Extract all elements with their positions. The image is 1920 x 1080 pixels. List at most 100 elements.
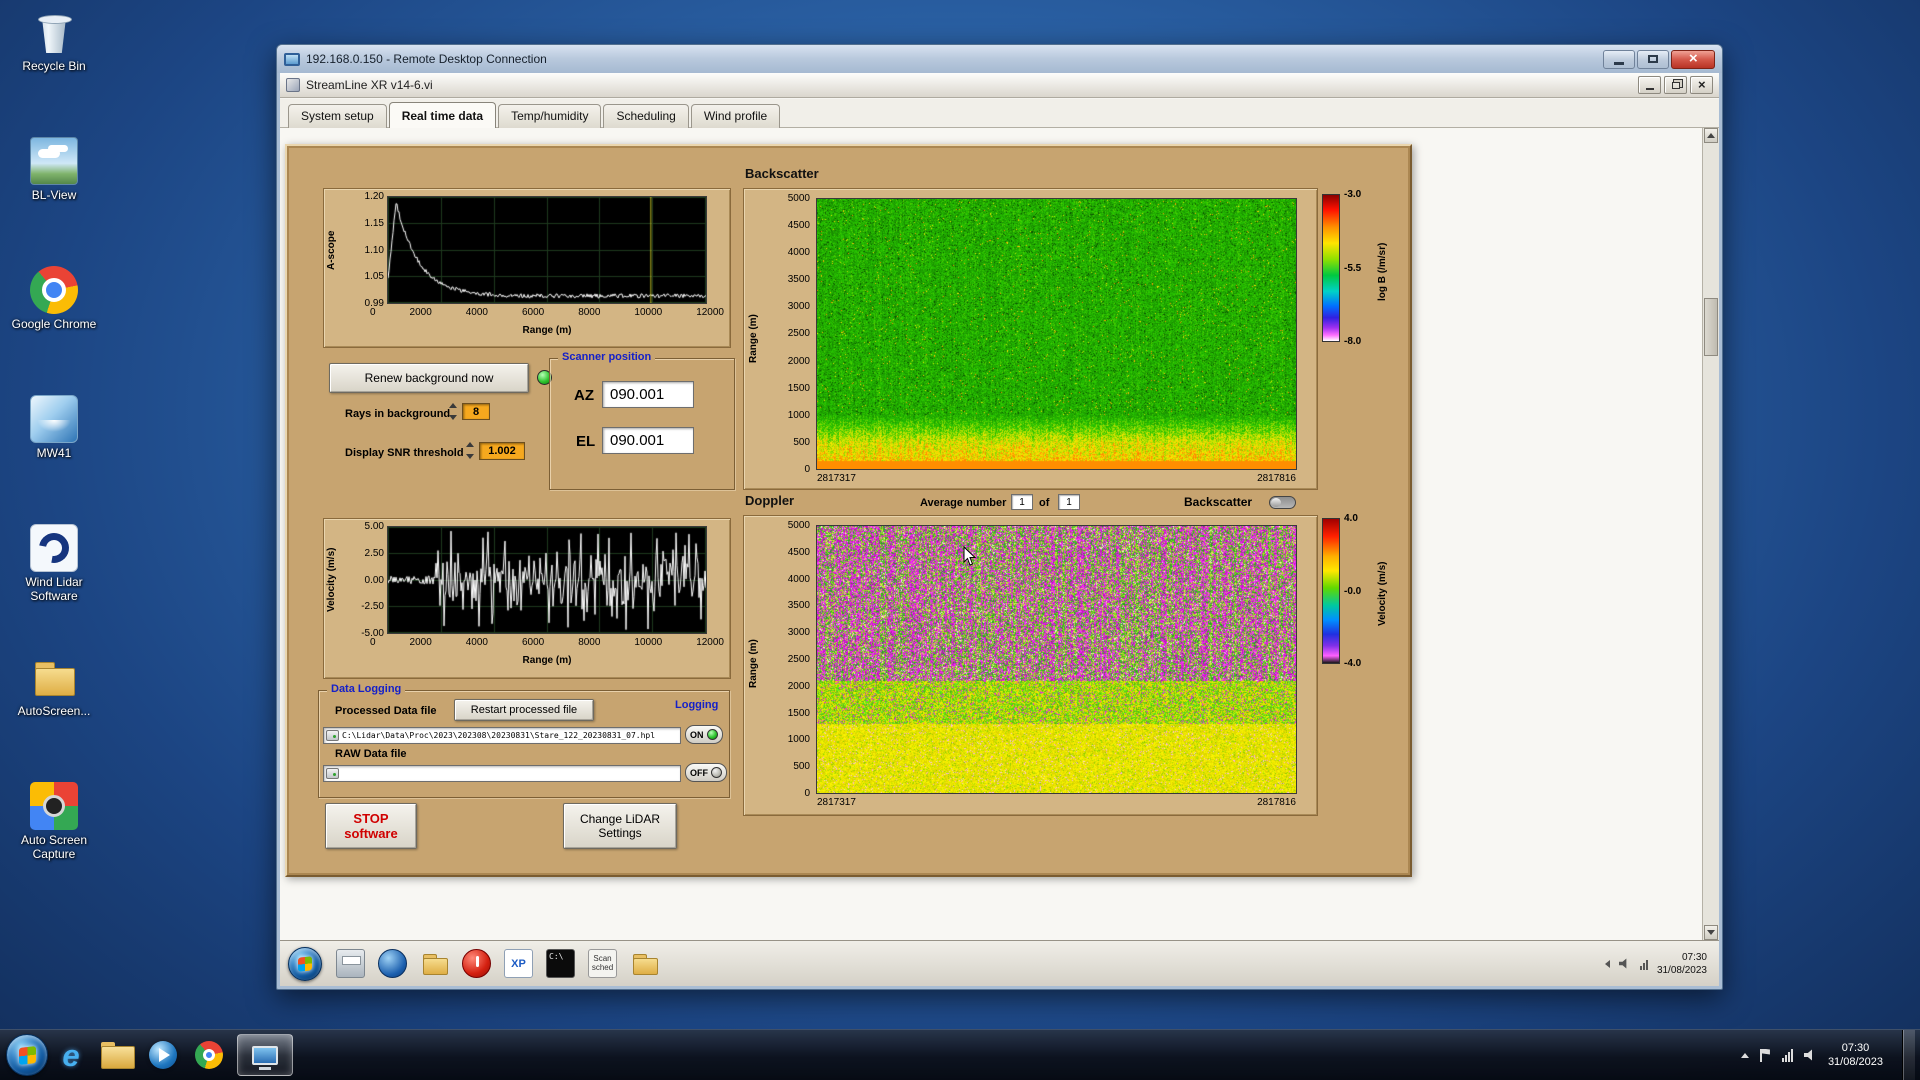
raw-data-file-field[interactable] — [323, 765, 681, 782]
scroll-down-arrow-icon[interactable] — [1704, 925, 1718, 940]
mw41-icon — [30, 395, 78, 443]
backscatter-plot[interactable] — [816, 198, 1297, 470]
rdp-taskbar-button[interactable] — [237, 1034, 293, 1076]
az-label: AZ — [574, 387, 594, 404]
tab-wind-profile[interactable]: Wind profile — [690, 104, 781, 128]
stop-software-label-line2: software — [344, 826, 398, 841]
tab-temp-humidity[interactable]: Temp/humidity — [498, 104, 602, 128]
app-blue-icon[interactable] — [378, 949, 407, 978]
average-number-field[interactable]: 1 — [1011, 494, 1033, 510]
scroll-up-arrow-icon[interactable] — [1704, 128, 1718, 143]
xp-app-icon[interactable]: XP — [504, 949, 533, 978]
remote-clock[interactable]: 07:30 31/08/2023 — [1657, 951, 1707, 977]
backscatter-ytick: 2500 — [787, 328, 810, 340]
desktop-icon-mw41[interactable]: MW41 — [8, 395, 100, 517]
velocity-xlabel: Range (m) — [522, 655, 572, 666]
desktop-icon-recycle-bin[interactable]: Recycle Bin — [8, 8, 100, 130]
desktop-icon-label: Wind Lidar Software — [25, 575, 83, 603]
start-button[interactable] — [6, 1034, 48, 1076]
change-lidar-settings-button[interactable]: Change LiDAR Settings — [563, 803, 677, 849]
change-settings-label-line2: Settings — [598, 826, 642, 840]
backscatter-toggle[interactable] — [1269, 496, 1296, 509]
tab-real-time-data[interactable]: Real time data — [388, 102, 497, 128]
rdp-minimize-button[interactable] — [1603, 49, 1635, 69]
raw-data-file-label: RAW Data file — [335, 748, 407, 760]
tab-system-setup[interactable]: System setup — [288, 104, 387, 128]
app-close-button[interactable] — [1690, 76, 1713, 94]
velocity-xtick: 0 — [370, 637, 376, 648]
remote-volume-icon[interactable] — [1618, 958, 1627, 969]
host-clock[interactable]: 07:30 31/08/2023 — [1828, 1041, 1883, 1070]
desktop-icon-wind-lidar-software[interactable]: Wind Lidar Software — [8, 524, 100, 646]
volume-icon[interactable] — [1803, 1049, 1812, 1061]
doppler-colorbar-gradient — [1322, 518, 1340, 664]
rdp-maximize-button[interactable] — [1637, 49, 1669, 69]
remote-start-button[interactable] — [288, 946, 322, 981]
folder2-icon[interactable] — [630, 949, 659, 978]
host-taskbar: e 07:30 31/08/2023 — [0, 1029, 1920, 1080]
az-value-field[interactable]: 090.001 — [602, 381, 694, 408]
rays-in-background-label: Rays in background — [345, 408, 451, 420]
doppler-colorbar: 4.0 -0.0 -4.0 — [1322, 513, 1361, 669]
rays-spinner[interactable] — [448, 403, 457, 420]
processed-data-file-field[interactable]: C:\Lidar\Data\Proc\2023\202308\20230831\… — [323, 727, 681, 744]
restart-processed-file-label: Restart processed file — [470, 704, 578, 716]
printer-icon[interactable] — [336, 949, 365, 978]
doppler-plot[interactable] — [816, 525, 1297, 794]
tray-chevron-icon[interactable] — [1740, 1052, 1749, 1058]
processed-data-file-label: Processed Data file — [335, 705, 437, 717]
snr-value-field[interactable]: 1.002 — [479, 442, 525, 460]
remote-network-icon[interactable] — [1639, 958, 1648, 970]
change-settings-label-line1: Change LiDAR — [579, 812, 661, 826]
rdp-titlebar[interactable]: 192.168.0.150 - Remote Desktop Connectio… — [277, 45, 1722, 73]
media-player-button[interactable] — [145, 1034, 181, 1076]
app-minimize-button[interactable] — [1638, 76, 1661, 94]
tab-strip: System setup Real time data Temp/humidity S… — [280, 99, 1719, 128]
google-chrome-icon — [30, 266, 78, 314]
internet-explorer-button[interactable]: e — [53, 1034, 89, 1076]
app-restore-button[interactable] — [1664, 76, 1687, 94]
backscatter-xtick: 2817816 — [1257, 473, 1296, 484]
a-scope-plot[interactable] — [387, 196, 707, 304]
scan-sched-icon[interactable]: Scan sched — [588, 949, 617, 978]
logging-on-toggle[interactable]: ON — [685, 725, 723, 744]
folder-gold-icon[interactable] — [420, 949, 449, 978]
chrome-button[interactable] — [191, 1034, 227, 1076]
stop-software-button[interactable]: STOP software — [325, 803, 417, 849]
logging-off-toggle[interactable]: OFF — [685, 763, 727, 782]
vertical-scrollbar[interactable] — [1702, 128, 1719, 940]
rdp-close-button[interactable] — [1671, 49, 1715, 69]
restart-processed-file-button[interactable]: Restart processed file — [454, 699, 594, 721]
scrollbar-thumb[interactable] — [1704, 298, 1718, 356]
average-total-field[interactable]: 1 — [1058, 494, 1080, 510]
file-explorer-button[interactable] — [99, 1034, 135, 1076]
average-of-label: of — [1039, 497, 1050, 509]
desktop-icon-auto-screen-capture[interactable]: Auto Screen Capture — [8, 782, 100, 904]
show-desktop-button[interactable] — [1902, 1029, 1915, 1080]
network-icon[interactable] — [1781, 1048, 1793, 1062]
backscatter-colorbar-tick: -8.0 — [1344, 336, 1362, 347]
desktop-icon-google-chrome[interactable]: Google Chrome — [8, 266, 100, 388]
app-titlebar[interactable]: StreamLine XR v14-6.vi — [280, 73, 1719, 98]
backscatter-ytick: 1500 — [787, 382, 810, 394]
desktop-icon-bl-view[interactable]: BL-View — [8, 137, 100, 259]
desktop-icon-label: BL-View — [31, 188, 77, 202]
tab-scheduling[interactable]: Scheduling — [603, 104, 689, 128]
backscatter-ytick: 3500 — [787, 274, 810, 286]
power-red-icon[interactable] — [462, 949, 491, 978]
cmd-icon[interactable]: C:\ — [546, 949, 575, 978]
a-scope-xtick: 2000 — [409, 307, 432, 318]
data-logging-title: Data Logging — [327, 683, 406, 695]
velocity-plot[interactable] — [387, 526, 707, 634]
doppler-ytick: 4000 — [787, 573, 810, 585]
snr-spinner[interactable] — [465, 442, 474, 459]
el-value-field[interactable]: 090.001 — [602, 427, 694, 454]
doppler-colorbar-tick: 4.0 — [1344, 513, 1358, 524]
renew-background-button[interactable]: Renew background now — [329, 363, 529, 393]
desktop-icon-autoscreen[interactable]: AutoScreen... — [8, 653, 100, 775]
rays-value-field[interactable]: 8 — [462, 403, 490, 420]
action-center-icon[interactable] — [1759, 1048, 1771, 1062]
a-scope-xtick: 10000 — [634, 307, 663, 318]
remote-tray-chevron-icon[interactable] — [1604, 959, 1610, 968]
doppler-xtick: 2817317 — [817, 797, 856, 808]
